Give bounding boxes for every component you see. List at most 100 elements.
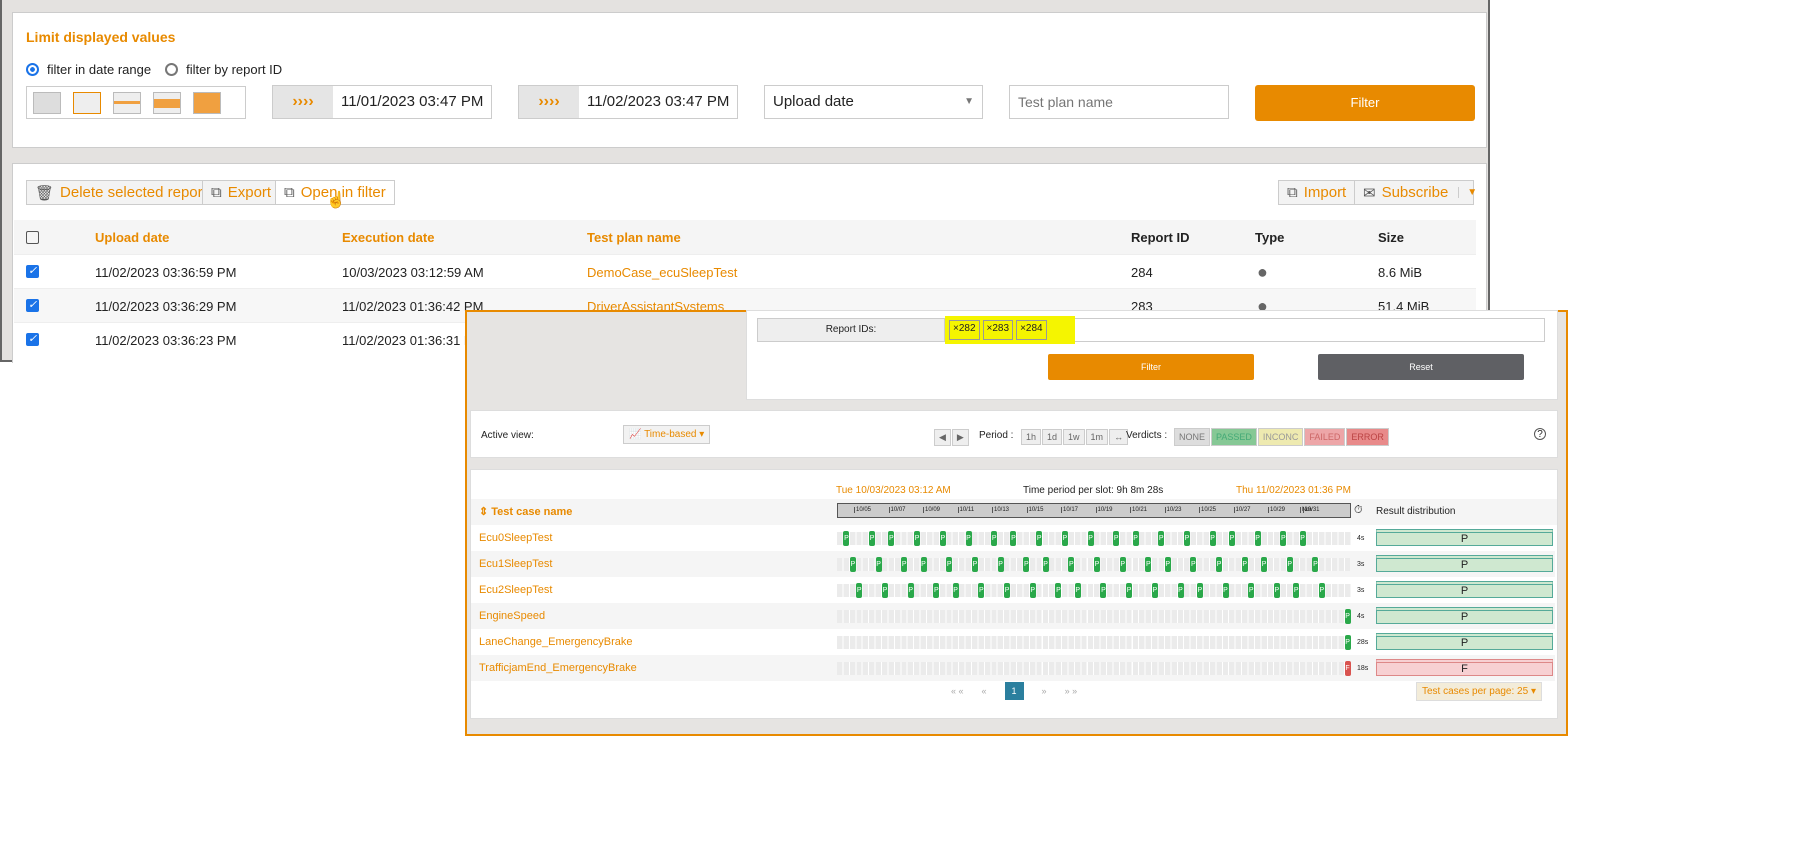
select-all-checkbox[interactable] bbox=[26, 231, 39, 244]
result-distribution-bar[interactable]: P bbox=[1376, 555, 1553, 572]
test-case-link[interactable]: LaneChange_EmergencyBrake bbox=[479, 636, 633, 648]
verdict-mark[interactable]: P bbox=[920, 557, 927, 572]
verdict-mark[interactable]: P bbox=[965, 531, 972, 546]
verdict-mark[interactable]: P bbox=[1344, 609, 1351, 624]
verdict-mark[interactable]: P bbox=[1119, 557, 1126, 572]
verdict-mark[interactable]: P bbox=[1248, 583, 1255, 598]
verdict-mark[interactable]: P bbox=[933, 583, 940, 598]
verdict-mark[interactable]: P bbox=[1299, 531, 1306, 546]
verdict-mark[interactable]: P bbox=[978, 583, 985, 598]
next-icon[interactable]: ▶ bbox=[951, 429, 969, 446]
verdict-mark[interactable]: P bbox=[1280, 531, 1287, 546]
verdict-mark[interactable]: P bbox=[1222, 583, 1229, 598]
prev-page-icon[interactable]: « bbox=[982, 686, 987, 696]
verdict-mark[interactable]: P bbox=[952, 583, 959, 598]
verdict-mark[interactable]: P bbox=[1209, 531, 1216, 546]
import-button[interactable]: ⧉ Import bbox=[1278, 180, 1356, 205]
verdict-mark[interactable]: P bbox=[1190, 557, 1197, 572]
subscribe-button[interactable]: ✉ Subscribe ▼ bbox=[1354, 180, 1477, 205]
verdict-mark[interactable]: P bbox=[856, 583, 863, 598]
test-plan-input[interactable] bbox=[1009, 85, 1229, 119]
verdict-mark[interactable]: P bbox=[1113, 531, 1120, 546]
verdict-mark[interactable]: P bbox=[1074, 583, 1081, 598]
test-plan-link[interactable]: DemoCase_ecuSleepTest bbox=[587, 265, 737, 280]
period-1h[interactable]: 1h bbox=[1021, 429, 1042, 445]
verdict-mark[interactable]: P bbox=[1158, 531, 1165, 546]
col-execution-date[interactable]: Execution date bbox=[342, 230, 434, 245]
verdict-mark[interactable]: P bbox=[1344, 635, 1351, 650]
verdict-mark[interactable]: P bbox=[1029, 583, 1036, 598]
calendar-day-icon[interactable] bbox=[73, 92, 101, 114]
result-distribution-bar[interactable]: F bbox=[1376, 659, 1553, 676]
date-type-select[interactable]: Upload date ▼ bbox=[764, 85, 983, 119]
to-date-field[interactable]: ›››› 11/02/2023 03:47 PM bbox=[518, 85, 738, 119]
verdict-mark[interactable]: P bbox=[946, 557, 953, 572]
verdict-mark[interactable]: P bbox=[1261, 557, 1268, 572]
verdict-mark[interactable]: P bbox=[881, 583, 888, 598]
col-test-plan[interactable]: Test plan name bbox=[587, 230, 681, 245]
verdict-mark[interactable]: P bbox=[1286, 557, 1293, 572]
report-id-tag[interactable]: ×284 bbox=[1016, 320, 1047, 340]
verdict-mark[interactable]: F bbox=[1344, 661, 1351, 676]
period-1w[interactable]: 1w bbox=[1063, 429, 1085, 445]
verdict-none[interactable]: NONE bbox=[1174, 428, 1211, 446]
verdict-mark[interactable]: P bbox=[1061, 531, 1068, 546]
verdict-mark[interactable]: P bbox=[1004, 583, 1011, 598]
radio-date-range[interactable] bbox=[26, 63, 39, 76]
verdict-mark[interactable]: P bbox=[1228, 531, 1235, 546]
verdict-mark[interactable]: P bbox=[1151, 583, 1158, 598]
help-icon[interactable]: ? bbox=[1534, 428, 1546, 440]
test-case-link[interactable]: TrafficjamEnd_EmergencyBrake bbox=[479, 662, 637, 674]
filter-button[interactable]: Filter bbox=[1255, 85, 1475, 121]
verdict-mark[interactable]: P bbox=[914, 531, 921, 546]
verdict-mark[interactable]: P bbox=[888, 531, 895, 546]
first-page-icon[interactable]: « « bbox=[951, 686, 964, 696]
verdict-mark[interactable]: P bbox=[1196, 583, 1203, 598]
row-checkbox[interactable] bbox=[26, 332, 39, 346]
period-1m[interactable]: 1m bbox=[1085, 429, 1109, 445]
verdict-mark[interactable]: P bbox=[1094, 557, 1100, 572]
verdict-mark[interactable]: P bbox=[1055, 583, 1062, 598]
overlay-filter-button[interactable]: Filter bbox=[1048, 354, 1254, 380]
verdict-mark[interactable]: P bbox=[849, 557, 856, 572]
test-case-link[interactable]: EngineSpeed bbox=[479, 610, 545, 622]
report-id-tag[interactable]: ×282 bbox=[949, 320, 980, 340]
test-case-link[interactable]: Ecu0SleepTest bbox=[479, 532, 552, 544]
verdict-mark[interactable]: P bbox=[907, 583, 914, 598]
row-checkbox[interactable] bbox=[26, 264, 39, 278]
verdict-mark[interactable]: P bbox=[1042, 557, 1049, 572]
verdict-mark[interactable]: P bbox=[1273, 583, 1280, 598]
result-distribution-bar[interactable]: P bbox=[1376, 581, 1553, 598]
table-row[interactable]: 11/02/2023 03:36:59 PM 10/03/2023 03:12:… bbox=[14, 254, 1476, 288]
verdict-mark[interactable]: P bbox=[997, 557, 1004, 572]
verdict-mark[interactable]: P bbox=[1087, 531, 1094, 546]
verdict-mark[interactable]: P bbox=[843, 531, 850, 546]
verdict-mark[interactable]: P bbox=[1126, 583, 1133, 598]
verdict-mark[interactable]: P bbox=[1164, 557, 1171, 572]
calendar-month-icon[interactable] bbox=[153, 92, 181, 114]
verdict-mark[interactable]: P bbox=[991, 531, 998, 546]
verdict-passed[interactable]: PASSED bbox=[1211, 428, 1257, 446]
verdict-error[interactable]: ERROR bbox=[1346, 428, 1389, 446]
verdict-mark[interactable]: P bbox=[1068, 557, 1075, 572]
delete-reports-button[interactable]: 🗑 Delete selected reports bbox=[26, 180, 224, 205]
calendar-year-icon[interactable] bbox=[193, 92, 221, 114]
verdict-mark[interactable]: P bbox=[1216, 557, 1223, 572]
verdict-mark[interactable]: P bbox=[1023, 557, 1030, 572]
col-upload-date[interactable]: Upload date bbox=[95, 230, 169, 245]
export-button[interactable]: ⧉ Export bbox=[202, 180, 281, 205]
verdict-mark[interactable]: P bbox=[901, 557, 908, 572]
verdict-mark[interactable]: P bbox=[971, 557, 978, 572]
row-checkbox[interactable] bbox=[26, 298, 39, 312]
result-distribution-bar[interactable]: P bbox=[1376, 607, 1553, 624]
prev-icon[interactable]: ◀ bbox=[934, 429, 951, 446]
verdict-mark[interactable]: P bbox=[1145, 557, 1152, 572]
sort-test-case-name[interactable]: ⇕ Test case name bbox=[479, 505, 572, 518]
period-1d[interactable]: 1d bbox=[1042, 429, 1063, 445]
time-axis[interactable]: 10/05 10/07 10/09 10/11 10/13 10/15 10/17 10/19… bbox=[837, 503, 1351, 518]
verdict-failed[interactable]: FAILED bbox=[1304, 428, 1346, 446]
verdict-mark[interactable]: P bbox=[939, 531, 946, 546]
current-page[interactable]: 1 bbox=[1004, 682, 1024, 700]
from-date-field[interactable]: ›››› 11/01/2023 03:47 PM bbox=[272, 85, 492, 119]
calendar-back-icon[interactable] bbox=[33, 92, 61, 114]
